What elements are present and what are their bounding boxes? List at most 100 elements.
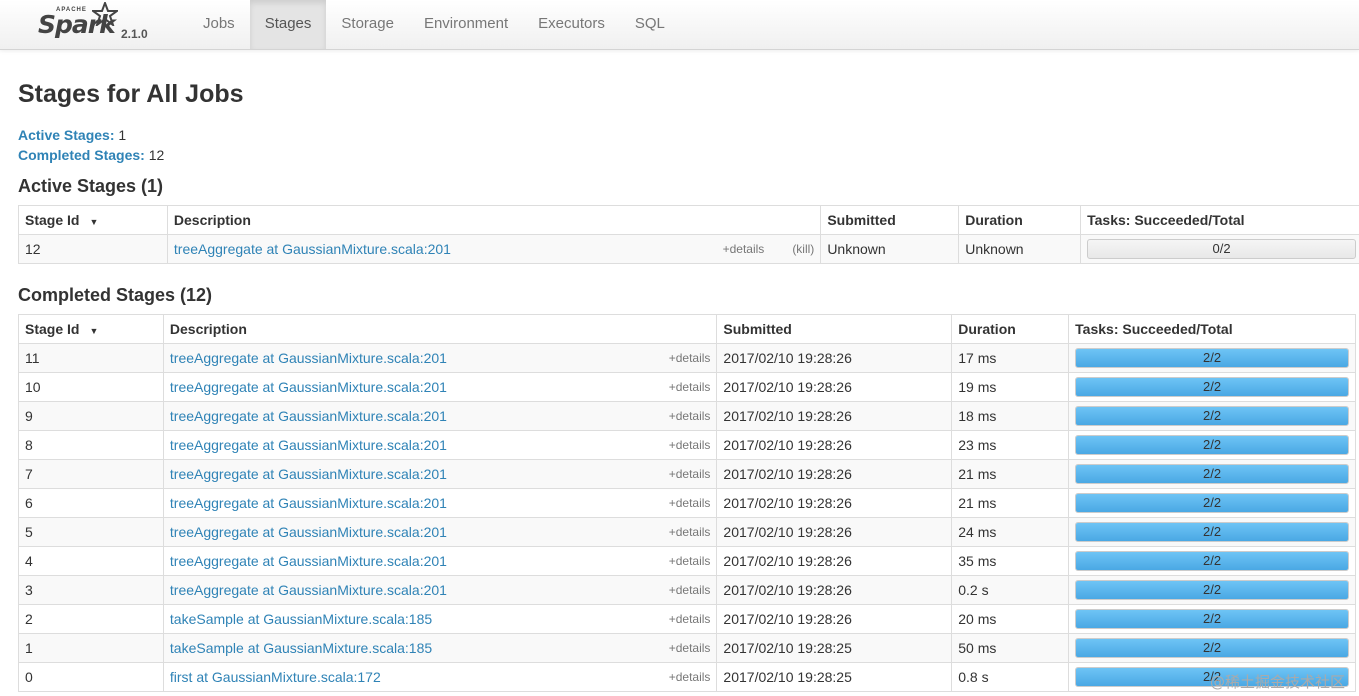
stage-duration: 0.8 s (951, 662, 1070, 692)
stage-id: 1 (18, 633, 164, 663)
stage-id: 8 (18, 430, 164, 460)
stage-duration: 0.2 s (951, 575, 1070, 605)
stage-description: treeAggregate at GaussianMixture.scala:2… (162, 488, 718, 518)
active-stages-count: 1 (118, 127, 127, 143)
details-toggle[interactable]: +details (669, 670, 711, 684)
spark-logo[interactable]: APACHE Spark 2.1.0 (36, 2, 156, 46)
table-header-row: Stage Id ▼ Description Submitted Duration… (18, 314, 1356, 344)
stage-submitted: 2017/02/10 19:28:26 (716, 401, 953, 431)
col-tasks[interactable]: Tasks: Succeeded/Total (1080, 205, 1359, 235)
col-stage-id[interactable]: Stage Id ▼ (18, 205, 168, 235)
stage-description-link[interactable]: takeSample at GaussianMixture.scala:185 (170, 640, 432, 656)
table-row: 10 treeAggregate at GaussianMixture.scala… (18, 372, 1356, 402)
col-description[interactable]: Description (162, 314, 718, 344)
sort-down-icon: ▼ (89, 217, 99, 227)
task-progress-bar: 2/2 (1075, 435, 1349, 455)
stage-submitted: 2017/02/10 19:28:26 (716, 604, 953, 634)
tab-environment[interactable]: Environment (409, 0, 523, 49)
tab-sql[interactable]: SQL (620, 0, 680, 49)
page-title: Stages for All Jobs (18, 80, 244, 108)
task-progress-label: 2/2 (1203, 611, 1222, 626)
stage-id: 11 (18, 343, 164, 373)
details-toggle[interactable]: +details (669, 380, 711, 394)
stage-tasks: 2/2 (1068, 546, 1356, 576)
table-row: 7 treeAggregate at GaussianMixture.scala:… (18, 459, 1356, 489)
tab-storage[interactable]: Storage (326, 0, 409, 49)
col-duration[interactable]: Duration (951, 314, 1070, 344)
stage-description-link[interactable]: first at GaussianMixture.scala:172 (170, 669, 381, 685)
col-submitted[interactable]: Submitted (820, 205, 960, 235)
details-toggle[interactable]: +details (669, 409, 711, 423)
stage-submitted: 2017/02/10 19:28:26 (716, 575, 953, 605)
task-progress-bar: 0/2 (1087, 239, 1356, 259)
active-stages-link[interactable]: Active Stages: (18, 127, 114, 143)
col-stage-id[interactable]: Stage Id ▼ (18, 314, 164, 344)
tab-jobs[interactable]: Jobs (188, 0, 250, 49)
stage-submitted: 2017/02/10 19:28:26 (716, 459, 953, 489)
stage-duration: 18 ms (951, 401, 1070, 431)
nav-tabs: Jobs Stages Storage Environment Executors SQL (188, 0, 680, 49)
details-toggle[interactable]: +details (669, 351, 711, 365)
stage-submitted: 2017/02/10 19:28:26 (716, 343, 953, 373)
col-tasks[interactable]: Tasks: Succeeded/Total (1068, 314, 1356, 344)
stage-id: 3 (18, 575, 164, 605)
stage-description: treeAggregate at GaussianMixture.scala:2… (162, 575, 718, 605)
details-toggle[interactable]: +details (669, 496, 711, 510)
col-duration[interactable]: Duration (958, 205, 1082, 235)
completed-stages-link[interactable]: Completed Stages: (18, 147, 145, 163)
table-row: 11 treeAggregate at GaussianMixture.scala… (18, 343, 1356, 373)
stage-id: 9 (18, 401, 164, 431)
stage-description: treeAggregate at GaussianMixture.scala:2… (162, 517, 718, 547)
stage-description-link[interactable]: treeAggregate at GaussianMixture.scala:2… (170, 437, 447, 453)
stage-description-link[interactable]: treeAggregate at GaussianMixture.scala:2… (170, 350, 447, 366)
table-row: 2 takeSample at GaussianMixture.scala:185… (18, 604, 1356, 634)
watermark: @稀土掘金技术社区 (1209, 673, 1345, 691)
stage-description-link[interactable]: treeAggregate at GaussianMixture.scala:2… (170, 495, 447, 511)
stage-tasks: 2/2 (1068, 488, 1356, 518)
col-submitted[interactable]: Submitted (716, 314, 953, 344)
task-progress-bar: 2/2 (1075, 464, 1349, 484)
active-stages-heading: Active Stages (1) (18, 176, 164, 196)
task-progress-label: 2/2 (1203, 379, 1222, 394)
stage-tasks: 2/2 (1068, 459, 1356, 489)
stage-description-link[interactable]: treeAggregate at GaussianMixture.scala:2… (170, 524, 447, 540)
task-progress-label: 2/2 (1203, 524, 1222, 539)
task-progress-bar: 2/2 (1075, 551, 1349, 571)
details-toggle[interactable]: +details (669, 612, 711, 626)
details-toggle[interactable]: +details (669, 641, 711, 655)
stage-id: 12 (18, 234, 168, 264)
details-toggle[interactable]: +details (669, 554, 711, 568)
stage-description: treeAggregate at GaussianMixture.scala:2… (162, 372, 718, 402)
task-progress-bar: 2/2 (1075, 377, 1349, 397)
kill-link[interactable]: (kill) (792, 242, 814, 256)
stage-duration: 23 ms (951, 430, 1070, 460)
tab-executors[interactable]: Executors (523, 0, 620, 49)
col-description[interactable]: Description (166, 205, 822, 235)
stage-description-link[interactable]: treeAggregate at GaussianMixture.scala:2… (170, 379, 447, 395)
stage-tasks: 2/2 (1068, 343, 1356, 373)
stage-description-link[interactable]: treeAggregate at GaussianMixture.scala:2… (170, 466, 447, 482)
stage-tasks: 2/2 (1068, 430, 1356, 460)
stage-description-link[interactable]: treeAggregate at GaussianMixture.scala:2… (170, 408, 447, 424)
stage-description-link[interactable]: treeAggregate at GaussianMixture.scala:2… (174, 241, 451, 257)
stage-description-link[interactable]: takeSample at GaussianMixture.scala:185 (170, 611, 432, 627)
stage-tasks: 2/2 (1068, 372, 1356, 402)
stage-description-link[interactable]: treeAggregate at GaussianMixture.scala:2… (170, 582, 447, 598)
details-toggle[interactable]: +details (669, 583, 711, 597)
task-progress-bar: 2/2 (1075, 522, 1349, 542)
stage-submitted: 2017/02/10 19:28:26 (716, 488, 953, 518)
task-progress-label: 2/2 (1203, 350, 1222, 365)
stage-submitted: 2017/02/10 19:28:26 (716, 546, 953, 576)
completed-stages-count: 12 (148, 147, 165, 163)
details-toggle[interactable]: +details (723, 242, 765, 256)
details-toggle[interactable]: +details (669, 438, 711, 452)
task-progress-label: 2/2 (1203, 640, 1222, 655)
stage-id: 0 (18, 662, 164, 692)
completed-stages-summary: Completed Stages: 12 (18, 147, 164, 163)
tab-stages[interactable]: Stages (249, 0, 327, 49)
stage-duration: 17 ms (951, 343, 1070, 373)
stage-description-link[interactable]: treeAggregate at GaussianMixture.scala:2… (170, 553, 447, 569)
details-toggle[interactable]: +details (669, 467, 711, 481)
table-row: 0 first at GaussianMixture.scala:172 +deta… (18, 662, 1356, 692)
details-toggle[interactable]: +details (669, 525, 711, 539)
